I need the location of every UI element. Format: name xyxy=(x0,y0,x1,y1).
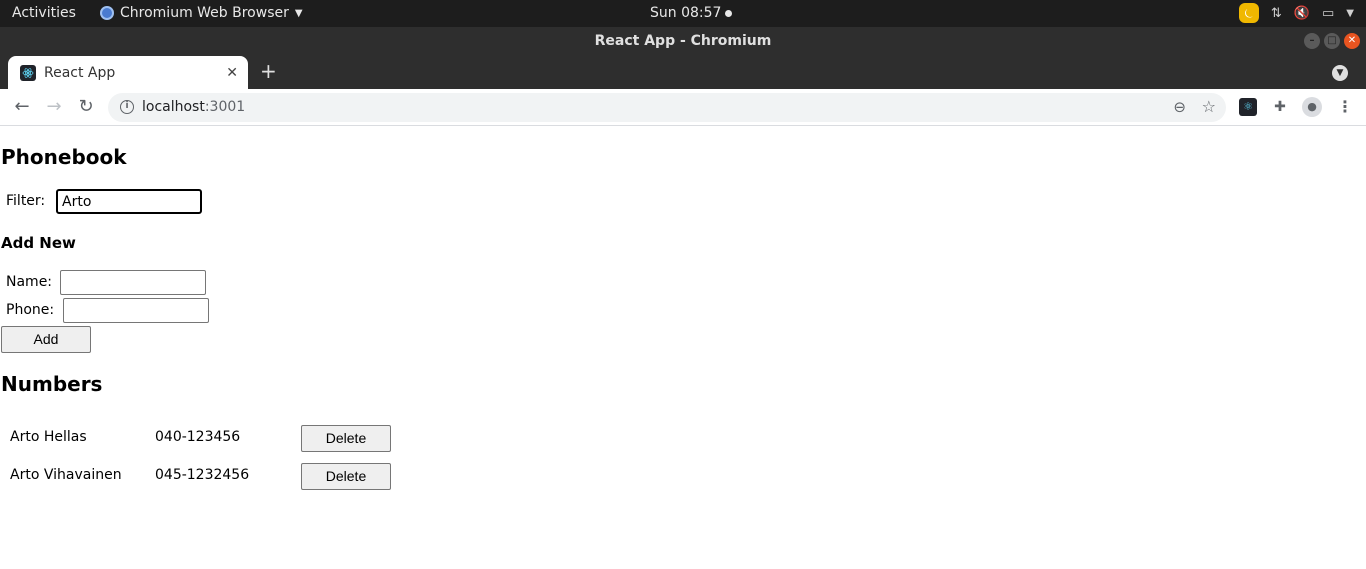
react-favicon-icon xyxy=(20,64,36,81)
tab-search-button[interactable]: ▼ xyxy=(1332,65,1348,81)
kebab-menu-icon[interactable]: ⋮ xyxy=(1336,98,1354,116)
name-input[interactable] xyxy=(60,270,206,295)
delete-button[interactable]: Delete xyxy=(301,425,391,452)
url-port: :3001 xyxy=(204,99,246,115)
filter-input[interactable] xyxy=(56,189,202,214)
close-window-button[interactable]: ✕ xyxy=(1344,33,1360,49)
add-button[interactable]: Add xyxy=(1,326,91,353)
clock[interactable]: Sun 08:57 xyxy=(650,5,733,21)
page-content: Phonebook Filter: Add New Name: Phone: A… xyxy=(0,127,1366,569)
chevron-down-icon[interactable]: ▼ xyxy=(1346,8,1354,19)
filter-label: Filter: xyxy=(6,193,46,209)
volume-muted-icon[interactable]: 🔇 xyxy=(1294,6,1310,21)
react-devtools-extension-icon[interactable]: ⚛ xyxy=(1239,98,1257,116)
battery-icon[interactable]: ▭ xyxy=(1322,6,1334,21)
reload-button[interactable]: ↻ xyxy=(75,96,97,118)
url-host: localhost xyxy=(142,99,205,115)
contact-name: Arto Hellas xyxy=(10,429,87,445)
system-tray[interactable]: ⏾ ⇅ 🔇 ▭ ▼ xyxy=(1238,3,1354,23)
zoom-icon[interactable]: ⊖ xyxy=(1173,98,1186,116)
site-info-icon[interactable]: i xyxy=(120,100,134,114)
window-title-bar: React App - Chromium – □ ✕ xyxy=(0,27,1366,55)
update-notifier-icon[interactable]: ⏾ xyxy=(1238,3,1259,23)
window-controls: – □ ✕ xyxy=(1304,33,1360,49)
bookmark-star-icon[interactable]: ☆ xyxy=(1202,97,1216,116)
tab-title: React App xyxy=(44,64,116,81)
close-tab-icon[interactable]: ✕ xyxy=(226,65,238,81)
react-logo-icon xyxy=(22,67,34,78)
notification-dot-icon xyxy=(725,9,733,17)
app-menu-label: Chromium Web Browser xyxy=(120,5,289,21)
contact-number: 045-1232456 xyxy=(155,467,250,483)
page-title: Phonebook xyxy=(1,145,127,169)
activities-button[interactable]: Activities xyxy=(12,5,76,21)
chromium-icon xyxy=(100,6,114,20)
numbers-heading: Numbers xyxy=(1,372,103,396)
network-icon[interactable]: ⇅ xyxy=(1271,6,1282,21)
system-top-bar: Activities Chromium Web Browser ▼ Sun 08… xyxy=(0,0,1366,27)
url-text[interactable]: localhost:3001 xyxy=(142,99,245,115)
window-title: React App - Chromium xyxy=(594,33,772,49)
browser-toolbar: ← → ↻ i localhost:3001 ⊖ ☆ ⚛ ✚ ● ⋮ xyxy=(0,89,1366,126)
contact-number: 040-123456 xyxy=(155,429,241,445)
tab-strip: React App ✕ + ▼ xyxy=(0,55,1366,89)
profile-avatar-icon[interactable]: ● xyxy=(1302,97,1322,117)
delete-button[interactable]: Delete xyxy=(301,463,391,490)
add-new-heading: Add New xyxy=(1,234,76,252)
chevron-down-icon: ▼ xyxy=(294,7,303,19)
minimize-button[interactable]: – xyxy=(1304,33,1320,49)
tab-react-app[interactable]: React App ✕ xyxy=(8,56,248,89)
new-tab-button[interactable]: + xyxy=(260,61,277,81)
phone-label: Phone: xyxy=(6,302,55,318)
contact-name: Arto Vihavainen xyxy=(10,467,122,483)
app-menu[interactable]: Chromium Web Browser ▼ xyxy=(100,5,303,21)
maximize-button[interactable]: □ xyxy=(1324,33,1340,49)
forward-button[interactable]: → xyxy=(43,96,65,118)
name-label: Name: xyxy=(6,274,53,290)
extensions-puzzle-icon[interactable]: ✚ xyxy=(1271,98,1289,116)
address-bar[interactable]: i localhost:3001 ⊖ ☆ xyxy=(108,93,1226,122)
clock-label: Sun 08:57 xyxy=(650,5,722,21)
back-button[interactable]: ← xyxy=(11,96,33,118)
phone-input[interactable] xyxy=(63,298,209,323)
